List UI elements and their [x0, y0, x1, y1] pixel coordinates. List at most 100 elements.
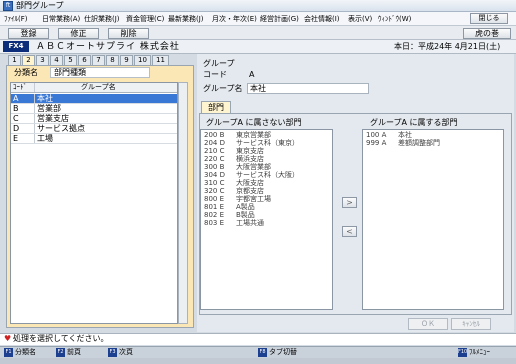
menu-daily[interactable]: 日常業務(A) [42, 12, 80, 26]
list-item[interactable]: 210 C 東京支店 [202, 147, 332, 155]
row-code: A [13, 94, 19, 103]
tab-5[interactable]: 5 [64, 55, 77, 65]
fkey-f3[interactable]: F3 次頁 [108, 347, 133, 358]
window-bottom-edge [0, 358, 516, 364]
list-item[interactable]: 200 B 東京営業部 [202, 131, 332, 139]
row-name: 営業部 [37, 104, 61, 113]
menu-window[interactable]: ｳｨﾝﾄﾞｳ(W) [378, 12, 411, 26]
tab-3[interactable]: 3 [36, 55, 49, 65]
register-button[interactable]: 登録 [8, 28, 49, 39]
ok-button[interactable]: ＯＫ [408, 318, 448, 330]
list-item[interactable]: 800 E 宇都宮工場 [202, 195, 332, 203]
col-divider [34, 83, 35, 92]
tab-9[interactable]: 9 [120, 55, 133, 65]
item-name: 京都支店 [236, 187, 264, 195]
menu-latest[interactable]: 最新業務(J) [168, 12, 204, 26]
in-group-list[interactable] [362, 129, 504, 310]
list-item[interactable]: 204 D サービス科（東京） [202, 139, 332, 147]
item-name: サービス科（大阪） [236, 171, 299, 179]
modify-button[interactable]: 修正 [58, 28, 99, 39]
item-name: 宇都宮工場 [236, 195, 271, 203]
item-code: 200 B [204, 131, 225, 139]
list-item[interactable]: 803 E 工場共通 [202, 219, 332, 227]
tab-department[interactable]: 部門 [201, 101, 231, 113]
remove-from-group-button[interactable]: < [342, 226, 357, 237]
bookmark-button[interactable]: 虎の巻 [463, 28, 511, 39]
f1-key-icon: F1 [4, 348, 13, 357]
menu-company[interactable]: 会社情報(I) [304, 12, 340, 26]
not-in-group-title: グループA に属さない部門 [206, 118, 302, 127]
item-code: 100 A [366, 131, 387, 139]
row-code: D [13, 124, 20, 133]
item-code: 310 C [204, 179, 225, 187]
menu-file[interactable]: ﾌｧｲﾙ(F) [4, 12, 28, 26]
row-name: サービス拠点 [37, 124, 85, 133]
group-name-input[interactable]: 本社 [247, 83, 369, 94]
f10-key-icon: F10 [458, 348, 468, 357]
fkey-label: ﾌﾙﾒﾆｭｰ [469, 348, 490, 356]
list-item[interactable]: 300 B 大阪営業部 [202, 163, 332, 171]
row-code: C [13, 114, 19, 123]
product-badge: FX4 [3, 41, 29, 52]
col-code-header: ｺｰﾄﾞ [13, 83, 27, 91]
tab-11[interactable]: 11 [152, 55, 169, 65]
category-label: 分類名 [14, 68, 38, 77]
f3-key-icon: F3 [108, 348, 117, 357]
list-item[interactable]: 100 A 本社 [364, 131, 503, 139]
list-item[interactable]: 802 E B製品 [202, 211, 332, 219]
tab-8[interactable]: 8 [106, 55, 119, 65]
tab-1[interactable]: 1 [8, 55, 21, 65]
table-row[interactable]: D サービス拠点 [11, 124, 177, 134]
col-name-header: グループ名 [81, 83, 116, 91]
list-item[interactable]: 999 A 差額調整部門 [364, 139, 503, 147]
fkey-f1[interactable]: F1 分類名 [4, 347, 36, 358]
tab-6[interactable]: 6 [78, 55, 91, 65]
fkey-f10[interactable]: F10 ﾌﾙﾒﾆｭｰ [458, 347, 490, 358]
item-name: 横浜支店 [236, 155, 264, 163]
item-code: 204 D [204, 139, 225, 147]
item-name: 大阪支店 [236, 179, 264, 187]
close-button[interactable]: 閉じる [470, 13, 508, 24]
code-label: コード [203, 70, 227, 79]
list-item[interactable]: 801 E A製品 [202, 203, 332, 211]
menu-bar: ﾌｧｲﾙ(F) 日常業務(A) 仕訳業務(J) 資金管理(C) 最新業務(J) … [0, 12, 516, 26]
category-value[interactable]: 部門種類 [50, 67, 150, 78]
tab-10[interactable]: 10 [134, 55, 151, 65]
col-divider [34, 124, 35, 133]
cancel-button[interactable]: ｷｬﾝｾﾙ [451, 318, 491, 330]
fkey-f8[interactable]: F8 タブ切替 [258, 347, 297, 358]
code-value: A [249, 70, 255, 79]
col-divider [34, 104, 35, 113]
menu-plan[interactable]: 経営計画(G) [260, 12, 299, 26]
table-row[interactable]: B 営業部 [11, 104, 177, 114]
menu-funds[interactable]: 資金管理(C) [126, 12, 164, 26]
item-code: 320 C [204, 187, 225, 195]
item-name: 本社 [398, 131, 412, 139]
fkey-f2[interactable]: F2 前頁 [56, 347, 81, 358]
table-row[interactable]: C 営業支店 [11, 114, 177, 124]
grid-scrollbar[interactable] [178, 82, 188, 324]
item-name: サービス科（東京） [236, 139, 299, 147]
item-code: 801 E [204, 203, 225, 211]
menu-journal[interactable]: 仕訳業務(J) [84, 12, 120, 26]
menu-monthly[interactable]: 月次・年次(E) [212, 12, 257, 26]
status-message: 処理を選択してください。 [13, 334, 109, 343]
table-row[interactable]: E 工場 [11, 134, 177, 144]
item-code: 802 E [204, 211, 225, 219]
heart-icon: ♥ [4, 334, 12, 343]
list-item[interactable]: 320 C 京都支店 [202, 187, 332, 195]
list-item[interactable]: 220 C 横浜支店 [202, 155, 332, 163]
tab-4[interactable]: 4 [50, 55, 63, 65]
list-item[interactable]: 310 C 大阪支店 [202, 179, 332, 187]
tab-7[interactable]: 7 [92, 55, 105, 65]
fkey-label: 次頁 [119, 348, 133, 356]
list-item[interactable]: 304 D サービス科（大阪） [202, 171, 332, 179]
menu-view[interactable]: 表示(V) [348, 12, 372, 26]
company-name: ＡＢＣオートサプライ 株式会社 [36, 42, 180, 52]
add-to-group-button[interactable]: > [342, 197, 357, 208]
item-code: 800 E [204, 195, 225, 203]
today-date: 本日：平成24年 4月21日(土) [394, 42, 501, 51]
delete-button[interactable]: 削除 [108, 28, 149, 39]
table-row[interactable]: A 本社 [11, 94, 177, 104]
col-divider [34, 134, 35, 143]
